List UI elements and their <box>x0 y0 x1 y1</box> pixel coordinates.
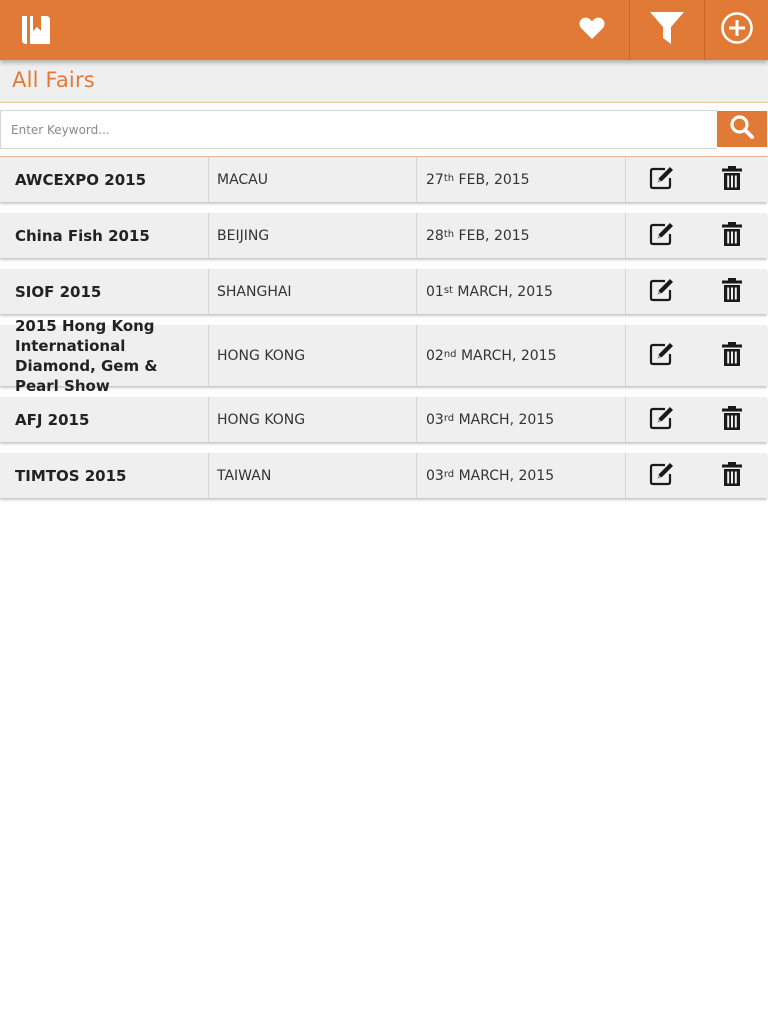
date-day: 27 <box>426 171 444 188</box>
fair-row[interactable]: 2015 Hong Kong International Diamond, Ge… <box>0 317 767 395</box>
heart-icon <box>578 15 606 45</box>
fair-name: AFJ 2015 <box>0 397 209 442</box>
edit-icon <box>648 221 676 251</box>
fair-row[interactable]: AWCEXPO 2015 MACAU 27th FEB, 2015 <box>0 157 767 202</box>
delete-button[interactable] <box>697 269 767 314</box>
fair-date: 02nd MARCH, 2015 <box>417 325 626 386</box>
trash-icon <box>721 221 743 251</box>
title-bar: All Fairs <box>0 60 768 103</box>
fair-city: HONG KONG <box>209 397 417 442</box>
date-month-year: FEB, 2015 <box>458 171 530 188</box>
trash-icon <box>721 165 743 195</box>
fair-row[interactable]: SIOF 2015 SHANGHAI 01st MARCH, 2015 <box>0 269 767 314</box>
fair-name: TIMTOS 2015 <box>0 453 209 498</box>
date-suffix: th <box>443 229 455 240</box>
date-month-year: MARCH, 2015 <box>458 411 555 428</box>
favorites-button[interactable] <box>556 0 628 60</box>
search-input[interactable] <box>0 110 717 149</box>
date-month-year: FEB, 2015 <box>458 227 530 244</box>
search-icon <box>729 114 755 144</box>
fair-row[interactable]: China Fish 2015 BEIJING 28th FEB, 2015 <box>0 213 767 258</box>
edit-icon <box>648 277 676 307</box>
app-header <box>0 0 768 60</box>
add-fair-button[interactable] <box>704 0 768 60</box>
delete-button[interactable] <box>697 157 767 202</box>
fair-date: 03rd MARCH, 2015 <box>417 397 626 442</box>
date-suffix: rd <box>443 413 455 424</box>
edit-icon <box>648 341 676 371</box>
trash-icon <box>721 405 743 435</box>
fair-city: SHANGHAI <box>209 269 417 314</box>
delete-button[interactable] <box>697 325 767 386</box>
edit-icon <box>648 405 676 435</box>
trash-icon <box>721 341 743 371</box>
edit-button[interactable] <box>626 325 697 386</box>
delete-button[interactable] <box>697 453 767 498</box>
fair-row[interactable]: TIMTOS 2015 TAIWAN 03rd MARCH, 2015 <box>0 453 767 498</box>
date-month-year: MARCH, 2015 <box>460 347 557 364</box>
date-month-year: MARCH, 2015 <box>458 467 555 484</box>
trash-icon <box>721 277 743 307</box>
date-suffix: rd <box>443 469 455 480</box>
book-bookmark-icon[interactable] <box>16 10 56 50</box>
edit-icon <box>648 461 676 491</box>
edit-button[interactable] <box>626 213 697 258</box>
fair-name: SIOF 2015 <box>0 269 209 314</box>
edit-button[interactable] <box>626 453 697 498</box>
fair-city: MACAU <box>209 157 417 202</box>
date-day: 01 <box>426 283 444 300</box>
search-bar <box>0 110 768 150</box>
plus-circle-icon <box>720 11 754 49</box>
fair-city: HONG KONG <box>209 325 417 386</box>
fair-name: AWCEXPO 2015 <box>0 157 209 202</box>
edit-button[interactable] <box>626 157 697 202</box>
filter-button[interactable] <box>629 0 703 60</box>
delete-button[interactable] <box>697 213 767 258</box>
search-button[interactable] <box>717 111 767 147</box>
fair-name: China Fish 2015 <box>0 213 209 258</box>
fair-city: TAIWAN <box>209 453 417 498</box>
date-day: 03 <box>426 411 444 428</box>
fair-city: BEIJING <box>209 213 417 258</box>
fair-row[interactable]: AFJ 2015 HONG KONG 03rd MARCH, 2015 <box>0 397 767 442</box>
date-suffix: th <box>443 173 455 184</box>
date-suffix: st <box>443 285 453 296</box>
delete-button[interactable] <box>697 397 767 442</box>
date-suffix: nd <box>443 349 457 360</box>
page-title: All Fairs <box>12 68 95 92</box>
date-month-year: MARCH, 2015 <box>457 283 553 300</box>
fair-date: 28th FEB, 2015 <box>417 213 626 258</box>
fairs-list: AWCEXPO 2015 MACAU 27th FEB, 2015 China … <box>0 156 768 509</box>
filter-icon <box>649 11 685 49</box>
date-day: 02 <box>426 347 444 364</box>
fair-date: 27th FEB, 2015 <box>417 157 626 202</box>
fair-date: 01st MARCH, 2015 <box>417 269 626 314</box>
date-day: 03 <box>426 467 444 484</box>
edit-button[interactable] <box>626 397 697 442</box>
edit-icon <box>648 165 676 195</box>
edit-button[interactable] <box>626 269 697 314</box>
fair-date: 03rd MARCH, 2015 <box>417 453 626 498</box>
fair-name: 2015 Hong Kong International Diamond, Ge… <box>0 317 209 395</box>
trash-icon <box>721 461 743 491</box>
date-day: 28 <box>426 227 444 244</box>
